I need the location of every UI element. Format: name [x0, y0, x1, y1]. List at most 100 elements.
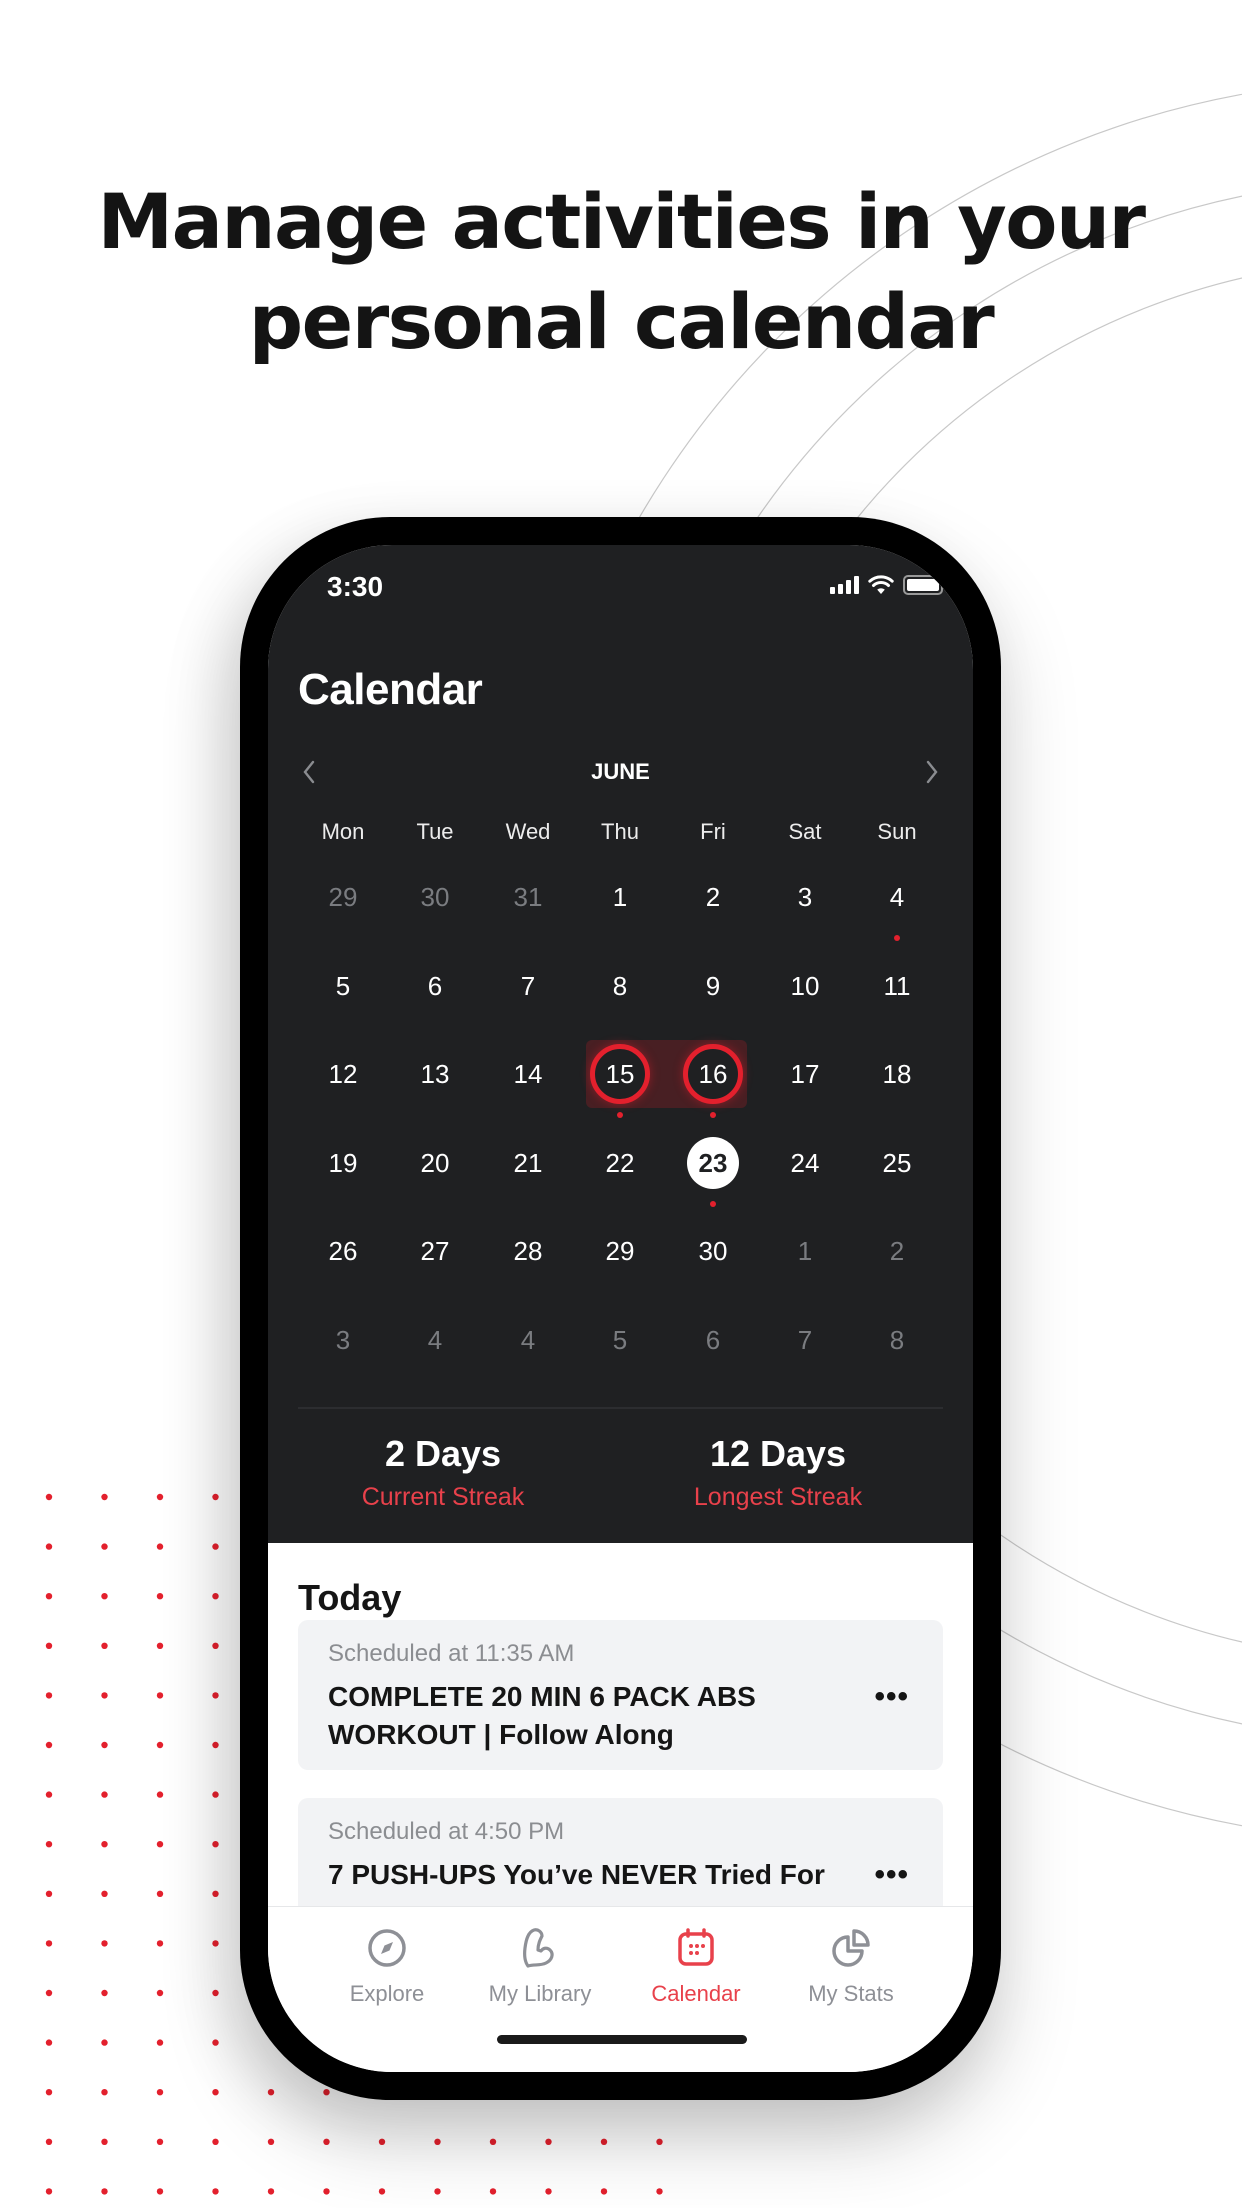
more-horizontal-icon[interactable]: ••• — [874, 1680, 909, 1714]
day-cell[interactable]: 4 — [867, 867, 927, 927]
day-cell[interactable]: 18 — [867, 1044, 927, 1104]
day-cell[interactable]: 1 — [590, 867, 650, 927]
day-cell[interactable]: 4 — [405, 1310, 465, 1370]
day-cell[interactable]: 25 — [867, 1133, 927, 1193]
day-cell[interactable]: 8 — [867, 1310, 927, 1370]
day-cell[interactable]: 24 — [775, 1133, 835, 1193]
phone-frame: 3:30 Calendar JUNE Mon Tue Wed Thu Fri S… — [240, 517, 1001, 2100]
day-cell[interactable]: 4 — [498, 1310, 558, 1370]
decorative-dot — [212, 1593, 219, 1600]
flexed-arm-icon — [523, 1928, 554, 1968]
tab-my-library[interactable]: My Library — [465, 1925, 615, 2007]
day-cell-today[interactable]: 23 — [687, 1137, 739, 1189]
day-cell[interactable]: 9 — [683, 956, 743, 1016]
day-cell[interactable]: 2 — [867, 1221, 927, 1281]
day-cell[interactable]: 11 — [867, 956, 927, 1016]
longest-streak-value: 12 Days — [709, 1433, 847, 1474]
day-cell[interactable]: 7 — [498, 956, 558, 1016]
day-cell[interactable]: 27 — [405, 1221, 465, 1281]
decorative-dot — [267, 2188, 275, 2195]
day-cell[interactable]: 6 — [405, 956, 465, 1016]
day-cell[interactable]: 21 — [498, 1133, 558, 1193]
current-streak-label: Current Streak — [361, 1483, 525, 1511]
decorative-dot — [156, 2138, 164, 2145]
day-cell[interactable]: 20 — [405, 1133, 465, 1193]
decorative-dot — [45, 1841, 53, 1848]
decorative-dot — [101, 2188, 108, 2195]
day-cell[interactable]: 5 — [590, 1310, 650, 1370]
day-cell-selected[interactable]: 15 — [590, 1044, 650, 1104]
decorative-dot — [323, 2089, 330, 2096]
decorative-dot — [45, 1642, 53, 1650]
decorative-dot — [45, 1543, 53, 1550]
decorative-dot — [656, 2138, 663, 2145]
decorative-dot — [434, 2188, 441, 2195]
day-cell[interactable]: 14 — [498, 1044, 558, 1104]
decorative-dot — [101, 1989, 108, 1997]
decorative-dot — [323, 2138, 330, 2145]
longest-streak-label: Longest Streak — [693, 1483, 863, 1511]
day-cell[interactable]: 5 — [313, 956, 373, 1016]
day-cell[interactable]: 28 — [498, 1221, 558, 1281]
decorative-dot — [600, 2138, 608, 2145]
day-cell[interactable]: 3 — [313, 1310, 373, 1370]
event-indicator-dot — [710, 1201, 716, 1207]
decorative-dot — [101, 2039, 108, 2046]
day-cell[interactable]: 30 — [683, 1221, 743, 1281]
day-cell[interactable]: 30 — [405, 867, 465, 927]
decorative-dot — [489, 2188, 497, 2195]
home-indicator[interactable] — [497, 2035, 747, 2044]
day-cell[interactable]: 7 — [775, 1310, 835, 1370]
decorative-dot — [101, 1642, 108, 1650]
decorative-dot — [267, 2089, 275, 2096]
day-cell[interactable]: 6 — [683, 1310, 743, 1370]
decorative-dot — [378, 2138, 386, 2145]
day-cell[interactable]: 29 — [313, 867, 373, 927]
decorative-dot — [156, 1593, 164, 1600]
decorative-dot — [156, 2039, 164, 2046]
day-cell[interactable]: 8 — [590, 956, 650, 1016]
scheduled-time: Scheduled at 4:50 PM — [328, 1818, 565, 1845]
decorative-dot — [212, 1940, 219, 1947]
more-horizontal-icon[interactable]: ••• — [874, 1858, 909, 1892]
calendar-panel: 3:30 Calendar JUNE Mon Tue Wed Thu Fri S… — [268, 545, 973, 1543]
decorative-dot — [156, 1543, 164, 1550]
calendar-icon — [678, 1928, 714, 1966]
decorative-dot — [45, 1940, 53, 1947]
decorative-dot — [45, 1692, 53, 1699]
day-cell[interactable]: 26 — [313, 1221, 373, 1281]
tab-explore[interactable]: Explore — [312, 1925, 462, 2007]
decorative-dot — [212, 1791, 219, 1798]
day-cell[interactable]: 2 — [683, 867, 743, 927]
day-cell[interactable]: 12 — [313, 1044, 373, 1104]
day-cell[interactable]: 17 — [775, 1044, 835, 1104]
day-cell[interactable]: 22 — [590, 1133, 650, 1193]
divider — [298, 1407, 943, 1409]
decorative-dot — [101, 1692, 108, 1699]
decorative-dot — [489, 2138, 497, 2145]
decorative-dot — [323, 2188, 330, 2195]
tab-label: My Library — [488, 1981, 592, 2006]
decorative-dot — [156, 1741, 164, 1749]
scheduled-item[interactable]: Scheduled at 11:35 AM COMPLETE 20 MIN 6 … — [298, 1620, 943, 1770]
day-cell[interactable]: 19 — [313, 1133, 373, 1193]
day-cell[interactable]: 3 — [775, 867, 835, 927]
day-cell-selected[interactable]: 16 — [683, 1044, 743, 1104]
decorative-dot — [212, 1890, 219, 1898]
decorative-dot — [156, 2188, 164, 2195]
day-cell[interactable]: 10 — [775, 956, 835, 1016]
decorative-dot — [156, 1841, 164, 1848]
decorative-dot — [156, 1493, 164, 1501]
current-streak: 2 Days Current Streak — [283, 1433, 603, 1512]
day-cell[interactable]: 13 — [405, 1044, 465, 1104]
day-cell[interactable]: 29 — [590, 1221, 650, 1281]
tab-calendar[interactable]: Calendar — [621, 1925, 771, 2007]
scheduled-time: Scheduled at 11:35 AM — [328, 1640, 575, 1667]
tab-my-stats[interactable]: My Stats — [776, 1925, 926, 2007]
decorative-dot — [45, 1741, 53, 1749]
day-cell[interactable]: 1 — [775, 1221, 835, 1281]
calendar-grid: 29 30 31 1 2 3 4 5 6 7 8 9 10 11 12 13 14 15 16 17 18 19 20 21 2… — [268, 545, 973, 1543]
day-cell[interactable]: 31 — [498, 867, 558, 927]
decorative-dot — [101, 1940, 108, 1947]
event-indicator-dot — [617, 1112, 623, 1118]
